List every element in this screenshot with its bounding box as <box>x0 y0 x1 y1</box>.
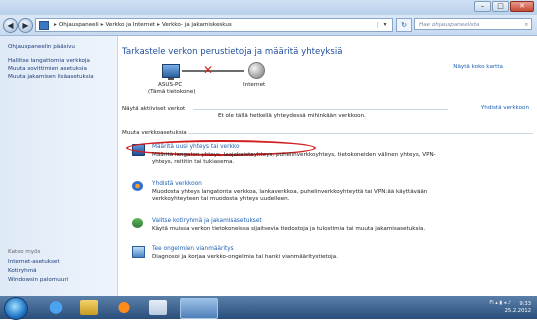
homegroup-link[interactable]: Valitse kotiryhmä ja jakamisasetukset <box>152 218 262 224</box>
breadcrumb-separator-icon: ▸ <box>157 22 160 28</box>
breadcrumb-control-panel[interactable]: Ohjauspaneeli <box>59 22 99 28</box>
network-sharing-center-window: – □ ✕ ◀ ▶ ▸ Ohjauspaneeli ▸ Verkko ja In… <box>0 0 537 296</box>
breadcrumb-network-sharing-center[interactable]: Verkko- ja jakamiskeskus <box>162 22 232 28</box>
network-map: ✕ ASUS-PC (Tämä tietokone) Internet <box>148 62 378 102</box>
clock[interactable]: 9:33 25.2.2012 <box>505 301 531 315</box>
breadcrumb-separator-icon: ▸ <box>54 22 57 28</box>
internet-explorer-icon[interactable] <box>44 298 68 317</box>
paint-icon[interactable] <box>149 300 167 315</box>
computer-subtitle: (Tämä tietokone) <box>148 89 196 95</box>
address-row: ◀ ▶ ▸ Ohjauspaneeli ▸ Verkko ja Internet… <box>0 15 537 36</box>
sidebar-item-adapters[interactable]: Muuta sovittimien asetuksia <box>8 66 87 72</box>
language-indicator[interactable]: FI <box>489 300 493 306</box>
see-also-homegroup[interactable]: Kotiryhmä <box>8 268 37 274</box>
clock-time: 9:33 <box>519 301 531 307</box>
divider <box>188 133 533 134</box>
internet-label: Internet <box>243 82 266 88</box>
no-connection-text: Et ole tällä hetkellä yhteydessä mihinkä… <box>218 113 366 119</box>
troubleshoot-icon <box>132 246 145 258</box>
see-also-firewall[interactable]: Windowsin palomuuri <box>8 277 68 283</box>
divider <box>193 109 448 110</box>
explorer-folder-icon[interactable] <box>80 300 98 315</box>
connect-to-network-link[interactable]: Yhdistä verkkoon <box>481 105 529 111</box>
connect-network-link[interactable]: Yhdistä verkkoon <box>152 181 202 187</box>
address-dropdown-icon[interactable]: ▾ <box>377 22 392 28</box>
media-player-icon[interactable] <box>112 298 136 317</box>
connect-network-icon <box>132 181 143 191</box>
see-also-internet-options[interactable]: Internet-asetukset <box>8 259 60 265</box>
refresh-icon[interactable]: ↻ <box>396 18 412 32</box>
breadcrumb-network-internet[interactable]: Verkko ja Internet <box>106 22 156 28</box>
new-connection-description: Määritä langaton yhteys, laajakaistayhte… <box>152 152 436 166</box>
minimize-button[interactable]: – <box>474 1 491 12</box>
sidebar-item-wireless[interactable]: Hallitse langattomia verkkoja <box>8 58 90 64</box>
connect-network-description: Muodosta yhteys langatonta verkkoa, lank… <box>152 189 428 203</box>
troubleshoot-link[interactable]: Tee ongelmien vianmääritys <box>152 246 234 252</box>
page-title: Tarkastele verkon perustietoja ja määrit… <box>122 47 343 57</box>
maximize-button[interactable]: □ <box>492 1 509 12</box>
title-bar: – □ ✕ <box>0 0 537 15</box>
left-navigation-pane: Ohjauspaneelin pääsivu Hallitse langatto… <box>0 36 118 296</box>
sidebar-home-link[interactable]: Ohjauspaneelin pääsivu <box>8 44 75 50</box>
taskbar: FI ▴ ▮ ◂ ♪ 9:33 25.2.2012 <box>0 296 537 320</box>
breadcrumb-separator-icon: ▸ <box>100 22 104 28</box>
control-panel-taskbar-icon[interactable] <box>180 298 218 319</box>
homegroup-icon <box>132 218 143 228</box>
search-icon[interactable]: ⌕ <box>525 19 528 31</box>
disconnected-x-icon[interactable]: ✕ <box>203 63 213 77</box>
computer-icon[interactable] <box>162 64 180 80</box>
internet-globe-icon[interactable] <box>248 62 265 79</box>
search-input[interactable]: Hae ohjauspaneelista ⌕ <box>414 18 532 30</box>
computer-name: ASUS-PC <box>158 82 183 88</box>
control-panel-icon <box>39 20 49 30</box>
homegroup-description: Käytä muissa verkon tietokoneissa sijait… <box>152 226 426 232</box>
close-button[interactable]: ✕ <box>510 1 534 12</box>
start-orb-icon[interactable] <box>4 297 28 320</box>
address-bar[interactable]: ▸ Ohjauspaneeli ▸ Verkko ja Internet ▸ V… <box>35 18 393 32</box>
troubleshoot-description: Diagnosoi ja korjaa verkko-ongelmia tai … <box>152 254 338 260</box>
see-also-heading: Katso myös <box>8 249 41 255</box>
change-settings-heading: Muuta verkkoasetuksia <box>122 130 187 136</box>
search-placeholder: Hae ohjauspaneelista <box>419 22 480 28</box>
full-map-link[interactable]: Näytä koko kartta <box>453 64 503 70</box>
active-networks-heading: Näytä aktiiviset verkot <box>122 106 186 112</box>
back-arrow-icon[interactable]: ◀ <box>3 18 18 33</box>
sidebar-item-sharing[interactable]: Muuta jakamisen lisäasetuksia <box>8 74 94 80</box>
clock-date: 25.2.2012 <box>504 308 531 314</box>
main-content: Tarkastele verkon perustietoja ja määrit… <box>118 36 537 296</box>
forward-arrow-icon[interactable]: ▶ <box>18 18 33 33</box>
